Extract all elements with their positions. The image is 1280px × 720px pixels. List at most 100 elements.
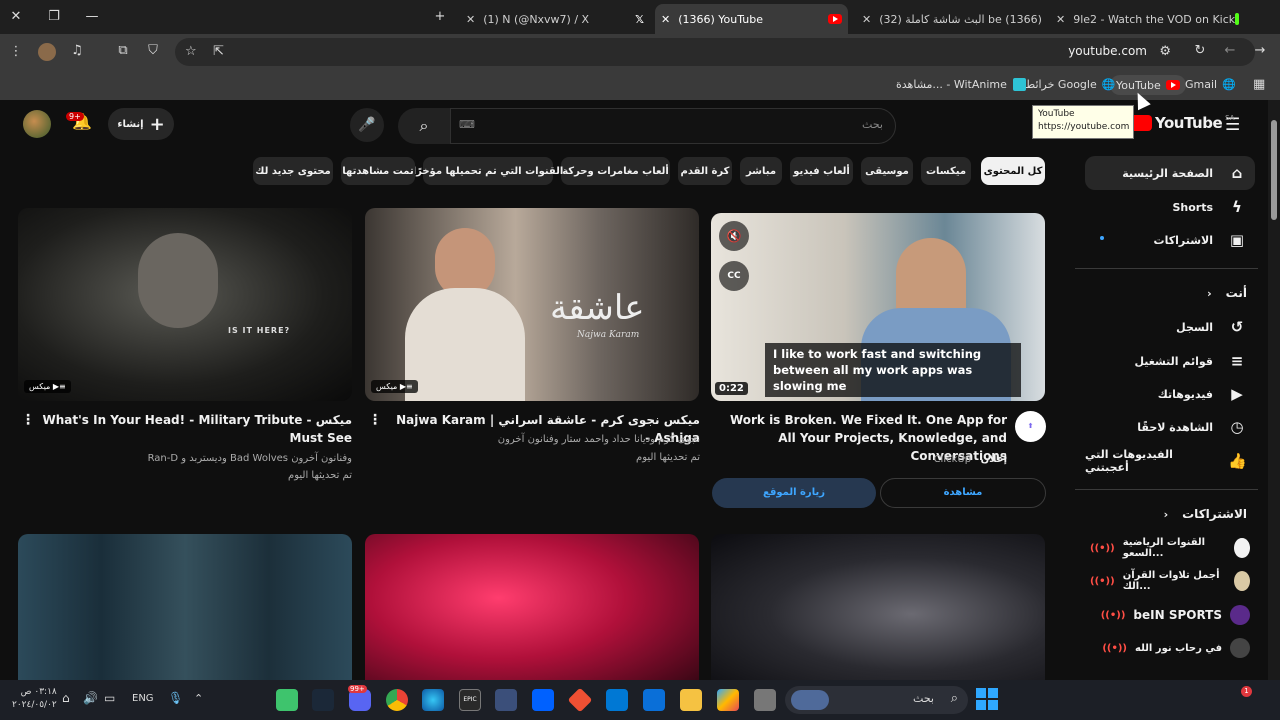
- volume-icon[interactable]: 🔊: [83, 691, 98, 705]
- app-icon[interactable]: [276, 689, 298, 711]
- file-explorer-icon[interactable]: [680, 689, 702, 711]
- back-icon[interactable]: ←: [1222, 43, 1238, 58]
- forward-icon[interactable]: →: [1252, 43, 1268, 58]
- search-button[interactable]: ⌕: [398, 108, 450, 144]
- chip-action-adventure[interactable]: ألعاب مغامرات وحركة: [561, 157, 670, 185]
- microphone-tray-icon[interactable]: 🎙: [168, 691, 183, 705]
- sidebar-item-history[interactable]: السجل ↺: [1085, 310, 1255, 344]
- tab-kick[interactable]: ✕ 9le2 - Watch the VOD on Kick: [1050, 4, 1245, 34]
- chip-music[interactable]: موسيقى: [861, 157, 913, 185]
- sidebar-item-watch-later[interactable]: الشاهدة لاحقًا ◷: [1085, 410, 1255, 444]
- search-input[interactable]: بحث ⌨: [450, 108, 896, 144]
- chrome-icon[interactable]: [386, 689, 408, 711]
- app-icon[interactable]: [495, 689, 517, 711]
- tray-expand-icon[interactable]: ⌃: [194, 692, 203, 705]
- all-bookmarks-icon[interactable]: ▦: [1253, 77, 1265, 92]
- subscription-channel[interactable]: ((•)) في رحاب نور الله: [1090, 634, 1250, 662]
- windows-start-icon[interactable]: [976, 688, 998, 710]
- new-tab-icon[interactable]: +: [430, 8, 450, 26]
- close-tab-icon[interactable]: ✕: [661, 13, 670, 26]
- subscription-channel[interactable]: ((•)) القنوات الرياضية السعو...: [1090, 534, 1250, 562]
- clickup-channel-avatar[interactable]: ⬆: [1015, 411, 1046, 442]
- video-thumbnail[interactable]: عاشقة Najwa Karam ميكس ▶≡: [365, 208, 699, 401]
- git-icon[interactable]: [567, 687, 593, 713]
- sidebar-you-header[interactable]: › أنت: [1085, 276, 1255, 310]
- minimize-window-icon[interactable]: —: [82, 8, 102, 26]
- outlook-icon[interactable]: [606, 689, 628, 711]
- chip-new-to-you[interactable]: محتوى جديد لك: [253, 157, 333, 185]
- app-icon[interactable]: [754, 689, 776, 711]
- sidebar-item-playlists[interactable]: قوائم التشغيل ≡: [1085, 344, 1255, 378]
- create-button[interactable]: إنشاء +: [108, 108, 174, 140]
- video-thumbnail[interactable]: [365, 534, 699, 680]
- bookmark-youtube[interactable]: YouTube: [1110, 75, 1186, 95]
- youtube-logo[interactable]: YouTube SA: [1130, 114, 1235, 132]
- close-tab-icon[interactable]: ✕: [862, 13, 871, 26]
- captions-button[interactable]: CC: [719, 261, 749, 291]
- subscription-channel[interactable]: ((•)) أجمل تلاوات القرآن الك...: [1090, 567, 1250, 595]
- notification-center-icon[interactable]: 1: [1231, 686, 1252, 710]
- edge-icon[interactable]: [422, 689, 444, 711]
- video-channels[interactable]: وفنانون آخرون Bad Wolves وديستربد و Ran-…: [40, 450, 352, 467]
- chip-live[interactable]: مباشر: [740, 157, 782, 185]
- display-icon[interactable]: ▭: [104, 691, 115, 705]
- sidebar-item-your-videos[interactable]: فيديوهاتك ▶: [1085, 377, 1255, 411]
- microsoft-store-icon[interactable]: [643, 689, 665, 711]
- more-options-icon[interactable]: ⋮: [21, 412, 35, 428]
- install-app-icon[interactable]: ⇱: [213, 44, 224, 59]
- video-title[interactable]: ميكس What's In Your Head! - Military Tri…: [40, 411, 353, 447]
- close-tab-icon[interactable]: ✕: [466, 13, 475, 26]
- voice-search-button[interactable]: 🎤: [350, 108, 384, 142]
- bookmark-maps[interactable]: خرائط Google 🌐: [1025, 78, 1115, 91]
- clock[interactable]: ٠٣:١٨ ص ٢٠٢٤/٠٥/٠٢: [12, 686, 57, 712]
- account-avatar[interactable]: [23, 110, 51, 138]
- chip-all[interactable]: كل المحتوى: [981, 157, 1045, 185]
- profile-avatar[interactable]: [38, 43, 56, 61]
- bookmark-gmail[interactable]: Gmail 🌐: [1185, 78, 1236, 91]
- tab-youtube-fullscreen[interactable]: ✕ be (1366) البث شاشة كاملة (32): [856, 4, 1046, 34]
- visit-site-button[interactable]: زيارة الموقع: [712, 478, 876, 508]
- mute-icon[interactable]: 🔇: [719, 221, 749, 251]
- chip-football[interactable]: كرة القدم: [678, 157, 732, 185]
- bookmark-star-icon[interactable]: ☆: [185, 44, 197, 59]
- network-icon[interactable]: ⌂: [62, 691, 70, 705]
- sidebar-item-subscriptions[interactable]: الاشتراكات ▣: [1085, 223, 1255, 257]
- scrollbar-thumb[interactable]: [1271, 120, 1277, 220]
- video-thumbnail[interactable]: [18, 534, 352, 680]
- bookmark-witanime[interactable]: مشاهدة... - WitAnime: [896, 78, 1026, 91]
- sidebar-item-liked-videos[interactable]: الفيديوهات التي أعجبتني 👍: [1085, 444, 1255, 478]
- sidebar-item-home[interactable]: الصفحة الرئيسية ⌂: [1085, 156, 1255, 190]
- chip-mixes[interactable]: ميكسات: [921, 157, 971, 185]
- video-channels[interactable]: نجوى كرم وديانا حداد واحمد ستار وفنانون …: [390, 431, 700, 448]
- chip-recently-uploaded[interactable]: القنوات التي تم تحميلها مؤخرًا: [413, 157, 563, 185]
- watch-button[interactable]: مشاهدة: [880, 478, 1046, 508]
- video-thumbnail[interactable]: IS IT HERE? ميكس ▶≡: [18, 208, 352, 401]
- subscription-channel[interactable]: ((•)) beIN SPORTS: [1090, 601, 1250, 629]
- video-thumbnail[interactable]: [711, 534, 1045, 680]
- close-tab-icon[interactable]: ✕: [1056, 13, 1065, 26]
- steam-icon[interactable]: [312, 689, 334, 711]
- sidebar-subscriptions-header[interactable]: › الاشتراكات: [1085, 497, 1255, 531]
- more-options-icon[interactable]: ⋮: [368, 412, 382, 428]
- shield-icon[interactable]: ⛉: [144, 43, 162, 58]
- tab-x[interactable]: ✕ (1) N (@Nxvw7) / X 𝕏: [460, 4, 652, 34]
- keyboard-icon[interactable]: ⌨: [459, 118, 475, 131]
- url-field[interactable]: ☆ ⇱ youtube.com ⚙: [175, 38, 1255, 66]
- tab-youtube[interactable]: ✕ (1366) YouTube: [655, 4, 848, 34]
- close-window-icon[interactable]: ✕: [6, 8, 26, 26]
- restore-window-icon[interactable]: ❐: [44, 8, 64, 26]
- chip-video-games[interactable]: ألعاب فيديو: [790, 157, 853, 185]
- extensions-icon[interactable]: ⧉: [114, 43, 132, 58]
- reload-icon[interactable]: ↻: [1192, 43, 1208, 58]
- epic-games-icon[interactable]: EPIC: [459, 689, 481, 711]
- page-scrollbar[interactable]: [1268, 100, 1280, 680]
- dropbox-icon[interactable]: [532, 689, 554, 711]
- media-control-icon[interactable]: ♫: [68, 43, 86, 58]
- video-thumbnail[interactable]: 🔇 CC I like to work fast and switching b…: [711, 213, 1045, 401]
- chip-watched[interactable]: تمت مشاهدتها: [341, 157, 415, 185]
- copilot-icon[interactable]: [717, 689, 739, 711]
- sidebar-item-shorts[interactable]: Shorts ϟ: [1085, 190, 1255, 224]
- site-settings-icon[interactable]: ⚙: [1159, 44, 1171, 59]
- taskbar-search[interactable]: بحث ⌕: [785, 686, 968, 714]
- language-indicator[interactable]: ENG: [132, 693, 154, 704]
